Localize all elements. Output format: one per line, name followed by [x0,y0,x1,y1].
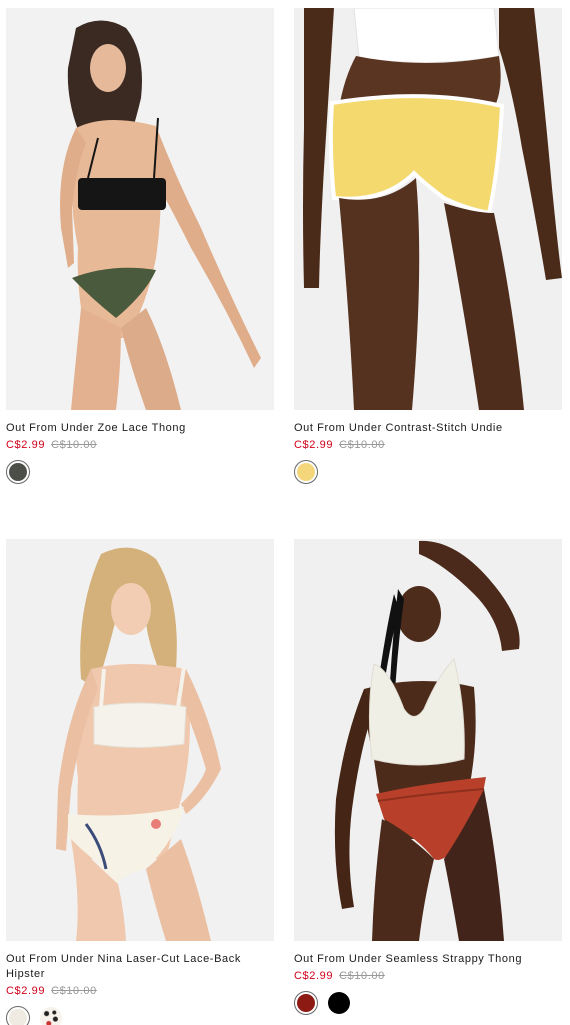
model-photo-contrast-stitch-undie [294,8,562,410]
product-card[interactable]: Out From Under Zoe Lace Thong C$2.99 C$10… [6,8,274,484]
model-photo-zoe-lace-thong [6,8,274,410]
price-row: C$2.99 C$10.00 [294,969,562,983]
color-swatch[interactable] [294,460,318,484]
color-swatch-pattern[interactable] [40,1007,62,1025]
color-swatches [294,460,562,484]
original-price: C$10.00 [51,439,97,451]
color-swatch-black[interactable] [328,992,350,1014]
product-card[interactable]: Out From Under Seamless Strappy Thong C$… [294,539,562,1015]
sale-price: C$2.99 [6,439,46,451]
original-price: C$10.00 [339,970,385,982]
original-price: C$10.00 [339,439,385,451]
sale-price: C$2.99 [294,970,334,982]
product-title[interactable]: Out From Under Zoe Lace Thong [6,421,274,436]
product-title[interactable]: Out From Under Nina Laser-Cut Lace-Back … [6,952,274,982]
price-row: C$2.99 C$10.00 [6,984,274,998]
price-row: C$2.99 C$10.00 [294,438,562,452]
product-image[interactable] [294,8,562,410]
color-swatches [6,1006,274,1025]
model-photo-nina-hipster [6,539,274,941]
color-swatch[interactable] [294,991,318,1015]
original-price: C$10.00 [51,985,97,997]
price-row: C$2.99 C$10.00 [6,438,274,452]
product-image[interactable] [6,539,274,941]
color-swatch[interactable] [6,1006,30,1025]
model-photo-seamless-strappy-thong [294,539,562,941]
product-image[interactable] [294,539,562,941]
sale-price: C$2.99 [6,985,46,997]
sale-price: C$2.99 [294,439,334,451]
product-card[interactable]: Out From Under Contrast-Stitch Undie C$2… [294,8,562,484]
product-image[interactable] [6,8,274,410]
color-swatches [294,991,562,1015]
color-swatch[interactable] [6,460,30,484]
product-card[interactable]: Out From Under Nina Laser-Cut Lace-Back … [6,539,274,1025]
product-title[interactable]: Out From Under Seamless Strappy Thong [294,952,562,967]
product-grid: Out From Under Zoe Lace Thong C$2.99 C$10… [0,0,570,1025]
color-swatches [6,460,274,484]
product-title[interactable]: Out From Under Contrast-Stitch Undie [294,421,562,436]
